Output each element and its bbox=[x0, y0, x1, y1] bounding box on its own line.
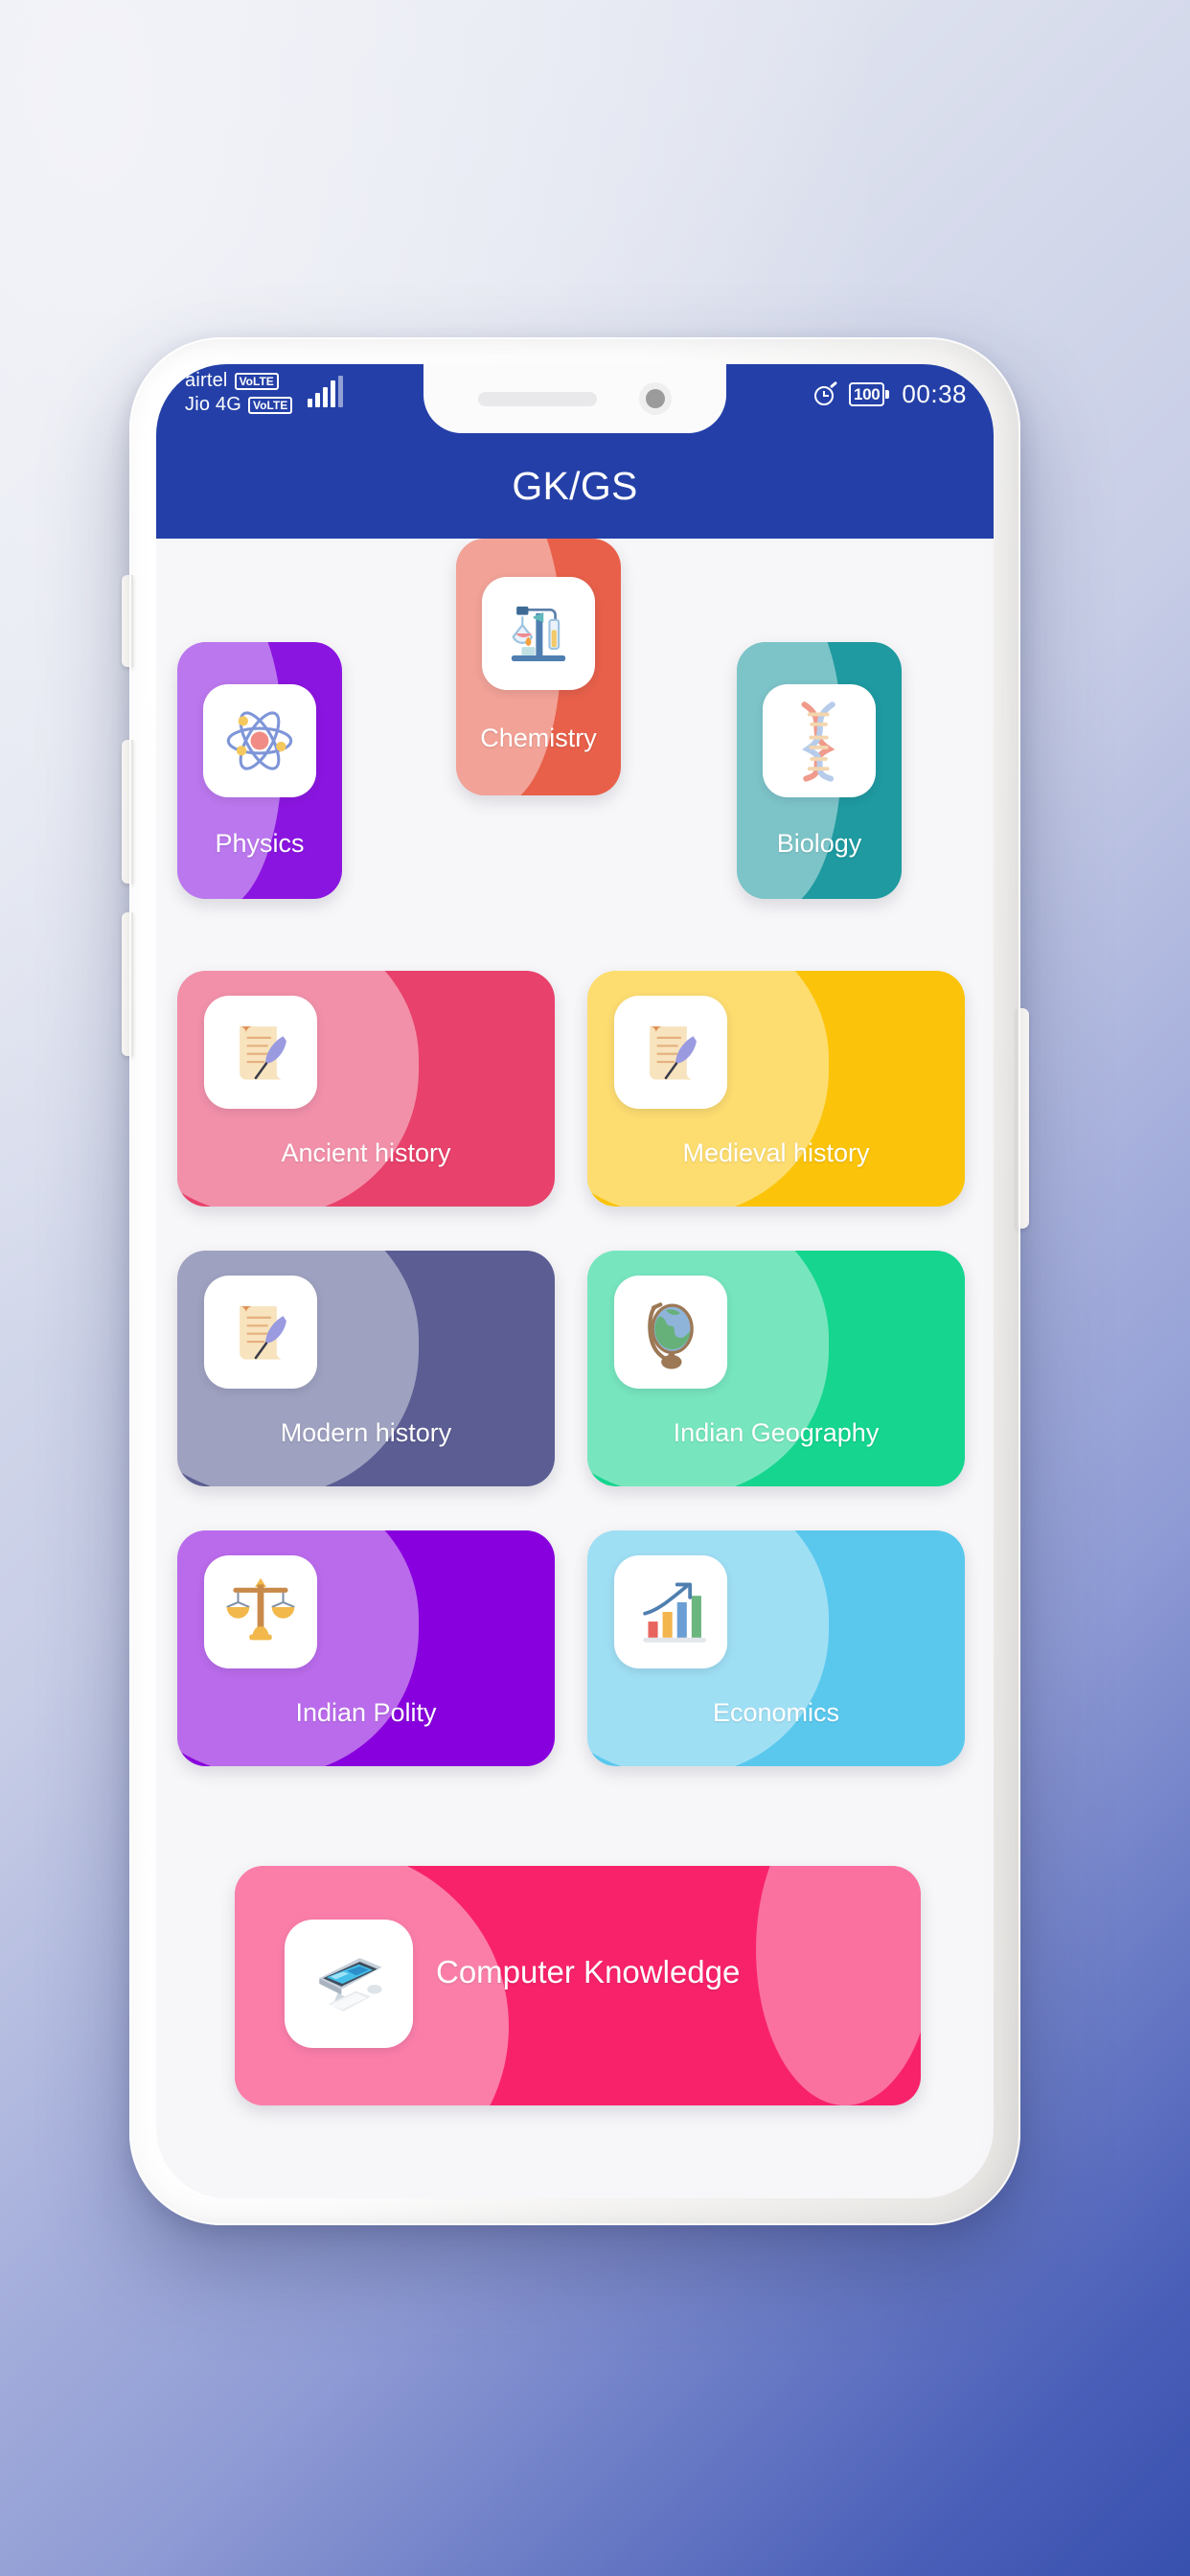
phone-device-frame: airtel VoLTE Jio 4G VoLTE 100 00:38 GK/G… bbox=[122, 337, 1029, 2225]
subject-tile-economics[interactable]: Economics bbox=[587, 1530, 965, 1766]
subject-tile-biology[interactable]: Biology bbox=[737, 642, 902, 899]
power-button[interactable] bbox=[1017, 1008, 1029, 1229]
status-bar-clock: 00:38 bbox=[902, 380, 967, 408]
volume-up-button[interactable] bbox=[122, 740, 133, 884]
subject-tile-label: Economics bbox=[712, 1698, 840, 1727]
subject-tile-label: Computer Knowledge bbox=[436, 1954, 741, 1990]
tile-blob-decoration-right bbox=[756, 1866, 921, 2105]
subject-tile-computer-knowledge[interactable]: Computer Knowledge bbox=[235, 1866, 921, 2105]
carrier-primary-label: airtel bbox=[185, 370, 228, 391]
desktop-pc-icon bbox=[285, 1920, 413, 2048]
subject-tile-label: Physics bbox=[215, 829, 305, 858]
phone-screen: airtel VoLTE Jio 4G VoLTE 100 00:38 GK/G… bbox=[156, 364, 994, 2198]
globe-icon bbox=[614, 1276, 727, 1389]
subject-tile-label: Indian Polity bbox=[295, 1698, 437, 1727]
atom-icon bbox=[203, 684, 316, 797]
subject-tile-label: Modern history bbox=[280, 1418, 452, 1447]
status-bar-right: 100 00:38 bbox=[813, 380, 967, 409]
scroll-quill-icon bbox=[204, 996, 317, 1109]
volte-badge-primary: VoLTE bbox=[234, 372, 279, 390]
subject-tile-indian-geography[interactable]: Indian Geography bbox=[587, 1251, 965, 1486]
subject-tile-physics[interactable]: Physics bbox=[177, 642, 342, 899]
lab-flask-icon bbox=[482, 577, 595, 690]
battery-level-label: 100 bbox=[848, 382, 885, 406]
volte-badge-secondary: VoLTE bbox=[248, 396, 293, 414]
subject-tile-label: Medieval history bbox=[682, 1138, 870, 1167]
subject-tile-modern-history[interactable]: Modern history bbox=[177, 1251, 555, 1486]
scales-icon bbox=[204, 1555, 317, 1668]
front-camera-icon bbox=[639, 382, 672, 415]
subject-tile-label: Indian Geography bbox=[673, 1418, 880, 1447]
signal-bars-icon bbox=[308, 376, 344, 407]
subject-tile-ancient-history[interactable]: Ancient history bbox=[177, 971, 555, 1207]
subject-tile-medieval-history[interactable]: Medieval history bbox=[587, 971, 965, 1207]
subject-tile-label: Ancient history bbox=[281, 1138, 451, 1167]
mute-switch-button[interactable] bbox=[122, 575, 133, 667]
volume-down-button[interactable] bbox=[122, 912, 133, 1056]
app-bar: GK/GS bbox=[156, 433, 994, 539]
subject-grid: Physics Chemistry Biology Ancient histor… bbox=[156, 539, 994, 2198]
page-title: GK/GS bbox=[512, 463, 638, 508]
scroll-quill-icon bbox=[614, 996, 727, 1109]
subject-tile-chemistry[interactable]: Chemistry bbox=[456, 539, 621, 795]
scroll-quill-icon bbox=[204, 1276, 317, 1389]
subject-tile-label: Biology bbox=[776, 829, 862, 858]
subject-tile-indian-polity[interactable]: Indian Polity bbox=[177, 1530, 555, 1766]
alarm-clock-icon bbox=[813, 380, 837, 406]
bar-chart-icon bbox=[614, 1555, 727, 1668]
status-bar-left: airtel VoLTE Jio 4G VoLTE bbox=[185, 370, 344, 416]
carrier-secondary-label: Jio 4G bbox=[185, 394, 242, 415]
subject-tile-label: Chemistry bbox=[480, 724, 597, 752]
battery-icon: 100 bbox=[848, 382, 890, 406]
phone-notch bbox=[387, 364, 726, 433]
dna-icon bbox=[763, 684, 876, 797]
speaker-grille-icon bbox=[478, 391, 597, 406]
